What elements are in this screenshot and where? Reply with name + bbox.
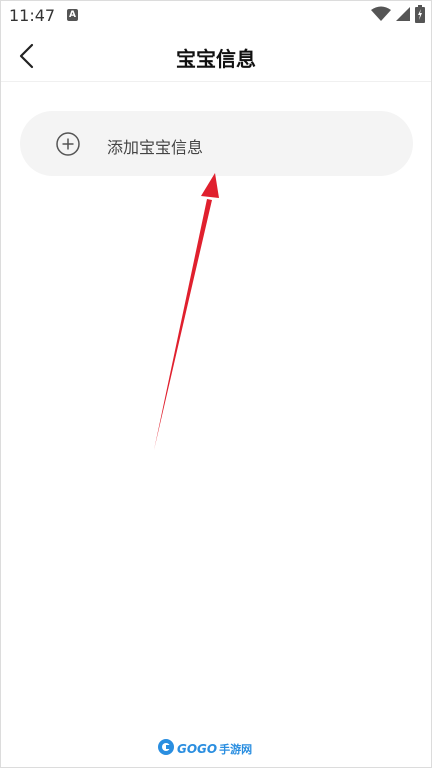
wifi-icon <box>371 6 391 26</box>
status-icons <box>371 5 425 27</box>
watermark-logo: GOGO 手游网 <box>157 739 252 759</box>
battery-icon <box>415 5 425 27</box>
add-baby-info-button[interactable]: 添加宝宝信息 <box>20 111 413 176</box>
app-screen: 11:47 A 宝宝信息 添加宝宝信息 GOGO 手游网 <box>0 0 432 768</box>
plus-circle-icon <box>56 132 80 156</box>
header: 宝宝信息 <box>1 31 431 82</box>
status-time: 11:47 <box>9 6 56 25</box>
signal-icon <box>395 6 411 26</box>
logo-icon <box>157 738 175 760</box>
status-bar: 11:47 A <box>1 1 431 31</box>
page-title: 宝宝信息 <box>176 47 256 71</box>
a-icon: A <box>67 9 78 21</box>
watermark-brand: GOGO <box>177 742 218 756</box>
watermark-suffix: 手游网 <box>219 743 253 756</box>
add-baby-info-label: 添加宝宝信息 <box>107 138 204 157</box>
